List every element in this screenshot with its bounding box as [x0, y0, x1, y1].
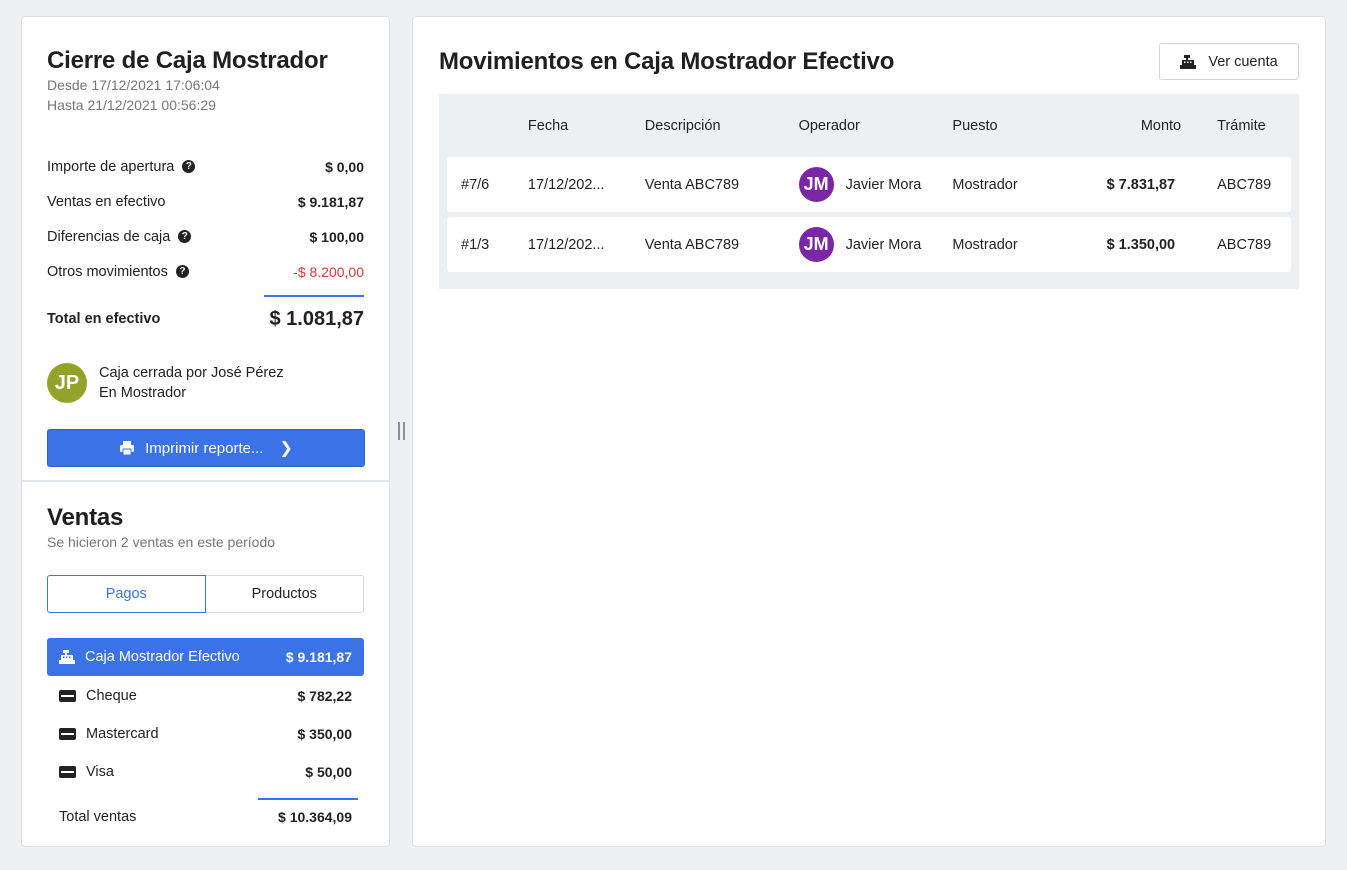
closed-by-info: JP Caja cerrada por José Pérez En Mostra… — [47, 363, 364, 403]
table-row[interactable]: #1/3 17/12/202... Venta ABC789 JM Javier… — [447, 217, 1291, 272]
payments-list: Caja Mostrador Efectivo $ 9.181,87 Chequ… — [47, 638, 364, 834]
summary-list: Importe de apertura ? $ 0,00 Ventas en e… — [47, 149, 364, 341]
row-monto: $ 7.831,87 — [1106, 176, 1176, 193]
payment-label: Caja Mostrador Efectivo — [85, 649, 240, 665]
row-descripcion: Venta ABC789 — [644, 176, 740, 193]
summary-value: $ 0,00 — [325, 158, 364, 175]
sales-section: Ventas Se hicieron 2 ventas en este perí… — [22, 482, 389, 834]
row-fecha: 17/12/202... — [527, 236, 605, 253]
payment-row-visa[interactable]: Visa $ 50,00 — [47, 753, 364, 790]
summary-label: Otros movimientos — [47, 263, 168, 280]
help-icon[interactable]: ? — [182, 160, 196, 173]
payment-label: Visa — [86, 763, 114, 780]
row-tramite[interactable]: ABC789 — [1181, 237, 1291, 253]
row-monto: $ 1.350,00 — [1106, 236, 1176, 253]
table-row[interactable]: #7/6 17/12/202... Venta ABC789 JM Javier… — [447, 157, 1291, 212]
chevron-right-icon: ❯ — [279, 440, 293, 457]
summary-label: Ventas en efectivo — [47, 193, 166, 210]
movements-panel: Movimientos en Caja Mostrador Efectivo V… — [412, 16, 1326, 847]
summary-value: $ 9.181,87 — [297, 193, 364, 210]
movements-table: Fecha Descripción Operador Puesto Monto … — [439, 94, 1299, 289]
row-id: #7/6 — [461, 176, 490, 193]
closed-by-user: Caja cerrada por José Pérez — [99, 365, 284, 381]
summary-value-negative: -$ 8.200,00 — [293, 263, 364, 280]
payment-label: Cheque — [86, 687, 137, 704]
total-cash-row: Total en efectivo $ 1.081,87 — [47, 297, 364, 341]
avatar: JM — [798, 167, 834, 202]
credit-card-icon — [59, 689, 76, 702]
payment-row-cheque[interactable]: Cheque $ 782,22 — [47, 677, 364, 714]
closing-summary-section: Cierre de Caja Mostrador Desde 17/12/202… — [22, 17, 389, 482]
closing-panel: Cierre de Caja Mostrador Desde 17/12/202… — [21, 16, 390, 847]
row-tramite[interactable]: ABC789 — [1181, 177, 1291, 193]
payment-row-efectivo[interactable]: Caja Mostrador Efectivo $ 9.181,87 — [47, 638, 364, 676]
sales-total-label: Total ventas — [59, 809, 137, 825]
ver-cuenta-button[interactable]: Ver cuenta — [1159, 43, 1299, 80]
tab-productos[interactable]: Productos — [205, 575, 364, 613]
print-report-label: Imprimir reporte... — [145, 439, 264, 457]
tab-pagos[interactable]: Pagos — [47, 575, 206, 613]
avatar: JM — [798, 227, 834, 262]
closing-title: Cierre de Caja Mostrador — [47, 47, 328, 74]
help-icon[interactable]: ? — [175, 265, 189, 278]
cash-register-icon — [59, 650, 75, 664]
column-header-monto[interactable]: Monto — [1052, 118, 1181, 134]
payment-value: $ 350,00 — [297, 725, 353, 742]
sales-total-row: Total ventas $ 10.364,09 — [47, 800, 364, 834]
panel-resize-handle[interactable] — [396, 422, 406, 442]
column-header-fecha[interactable]: Fecha — [528, 118, 645, 134]
summary-row-diferencias: Diferencias de caja ? $ 100,00 — [47, 219, 364, 254]
row-id: #1/3 — [461, 236, 490, 253]
column-header-tramite[interactable]: Trámite — [1181, 118, 1291, 134]
summary-value: $ 100,00 — [309, 228, 365, 245]
period-end: Hasta 21/12/2021 00:56:29 — [47, 97, 216, 113]
closed-by-location: En Mostrador — [99, 385, 187, 401]
help-icon[interactable]: ? — [178, 230, 192, 243]
summary-row-otros-movimientos: Otros movimientos ? -$ 8.200,00 — [47, 254, 364, 289]
payment-value: $ 50,00 — [305, 763, 352, 780]
column-header-operador[interactable]: Operador — [799, 118, 953, 134]
row-operador: Javier Mora — [845, 176, 922, 193]
column-header-descripcion[interactable]: Descripción — [645, 118, 799, 134]
total-cash-label: Total en efectivo — [47, 311, 161, 327]
sales-title: Ventas — [47, 504, 124, 531]
total-cash-value: $ 1.081,87 — [269, 307, 364, 330]
table-header: Fecha Descripción Operador Puesto Monto … — [447, 94, 1291, 157]
summary-row-apertura: Importe de apertura ? $ 0,00 — [47, 149, 364, 184]
row-puesto: Mostrador — [952, 236, 1018, 253]
payment-row-mastercard[interactable]: Mastercard $ 350,00 — [47, 715, 364, 752]
row-operador: Javier Mora — [845, 236, 922, 253]
movements-title: Movimientos en Caja Mostrador Efectivo — [439, 47, 895, 75]
avatar: JP — [47, 363, 87, 403]
printer-icon — [120, 441, 135, 456]
payment-value: $ 9.181,87 — [285, 649, 352, 665]
summary-row-ventas-efectivo: Ventas en efectivo $ 9.181,87 — [47, 184, 364, 219]
sales-subtitle: Se hicieron 2 ventas en este período — [47, 534, 276, 550]
payment-label: Mastercard — [86, 725, 159, 742]
column-header-puesto[interactable]: Puesto — [952, 118, 1052, 134]
credit-card-icon — [59, 765, 76, 778]
credit-card-icon — [59, 727, 76, 740]
print-report-button[interactable]: Imprimir reporte... ❯ — [47, 429, 365, 467]
cash-register-icon — [1180, 54, 1197, 69]
summary-label: Importe de apertura — [47, 158, 175, 175]
sales-tabs: Pagos Productos — [47, 575, 364, 613]
sales-total-value: $ 10.364,09 — [278, 809, 352, 825]
payment-value: $ 782,22 — [297, 687, 353, 704]
ver-cuenta-label: Ver cuenta — [1208, 53, 1278, 70]
row-descripcion: Venta ABC789 — [644, 236, 740, 253]
period-start: Desde 17/12/2021 17:06:04 — [47, 77, 220, 93]
summary-label: Diferencias de caja — [47, 228, 171, 245]
row-puesto: Mostrador — [952, 176, 1018, 193]
row-fecha: 17/12/202... — [527, 176, 605, 193]
